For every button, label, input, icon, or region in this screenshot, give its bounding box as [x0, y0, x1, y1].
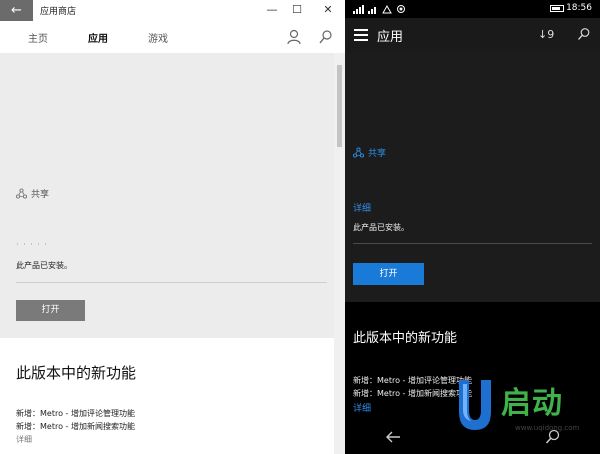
battery-icon [550, 5, 564, 12]
whats-new-heading: 此版本中的新功能 [353, 331, 458, 346]
watermark-logo: 启动 www.uqidong.com [455, 376, 600, 446]
search-icon[interactable] [317, 28, 335, 46]
status-time: 18:56 [566, 3, 592, 13]
more-details-link[interactable]: 详细 [16, 434, 32, 445]
watermark-brand: 启动 [501, 386, 563, 421]
open-button[interactable]: 打开 [16, 300, 85, 321]
signal-icon [353, 4, 405, 14]
release-note: 新增：Metro - 增加新闻搜索功能 [16, 422, 135, 431]
tab-home[interactable]: 主页 [28, 30, 48, 45]
whats-new-heading: 此版本中的新功能 [16, 364, 137, 382]
maximize-button[interactable]: ☐ [287, 2, 307, 18]
tab-games[interactable]: 游戏 [148, 30, 168, 45]
window-title: 应用商店 [40, 7, 77, 17]
back-arrow-icon: ← [11, 3, 22, 18]
title-bar: ← 应用商店 — ☐ ✕ [0, 0, 345, 21]
release-note: 新增：Metro - 增加评论管理功能 [16, 409, 135, 418]
share-icon [15, 188, 28, 199]
details-link[interactable]: 详细 [353, 201, 371, 214]
status-bar: 18:56 [345, 0, 600, 18]
watermark-url: www.uqidong.com [515, 424, 580, 432]
installed-status: 此产品已安装。 [353, 223, 409, 232]
installed-status: 此产品已安装。 [16, 261, 72, 270]
open-button[interactable]: 打开 [353, 263, 424, 285]
more-details-link[interactable]: 详细 [353, 401, 371, 414]
search-icon[interactable] [577, 27, 591, 41]
share-link[interactable]: 共享 [352, 146, 387, 159]
share-icon [352, 147, 365, 158]
divider [16, 282, 327, 283]
divider [353, 243, 592, 244]
u-logo-icon [459, 380, 491, 430]
rating-dots: · · · · · [16, 240, 48, 249]
top-nav: 主页 应用 游戏 [0, 24, 345, 52]
share-label: 共享 [368, 149, 387, 159]
download-count[interactable]: ↓9 [538, 28, 554, 41]
app-bar: 应用 ↓9 [345, 18, 600, 52]
scroll-thumb[interactable] [337, 65, 342, 147]
close-button[interactable]: ✕ [318, 2, 338, 18]
menu-icon[interactable] [354, 29, 368, 41]
app-hero-area [0, 53, 334, 338]
share-link[interactable]: 共享 [15, 187, 50, 200]
page-title: 应用 [377, 30, 404, 45]
share-label: 共享 [31, 190, 50, 200]
tab-apps[interactable]: 应用 [88, 30, 108, 45]
back-arrow-icon[interactable] [385, 430, 401, 444]
desktop-store-window: ← 应用商店 — ☐ ✕ 主页 应用 游戏 共享 · · · · · 此产品已安… [0, 0, 345, 454]
vertical-scrollbar[interactable] [334, 53, 345, 454]
user-icon[interactable] [285, 28, 303, 46]
back-button[interactable]: ← [0, 0, 33, 21]
minimize-button[interactable]: — [262, 2, 282, 18]
